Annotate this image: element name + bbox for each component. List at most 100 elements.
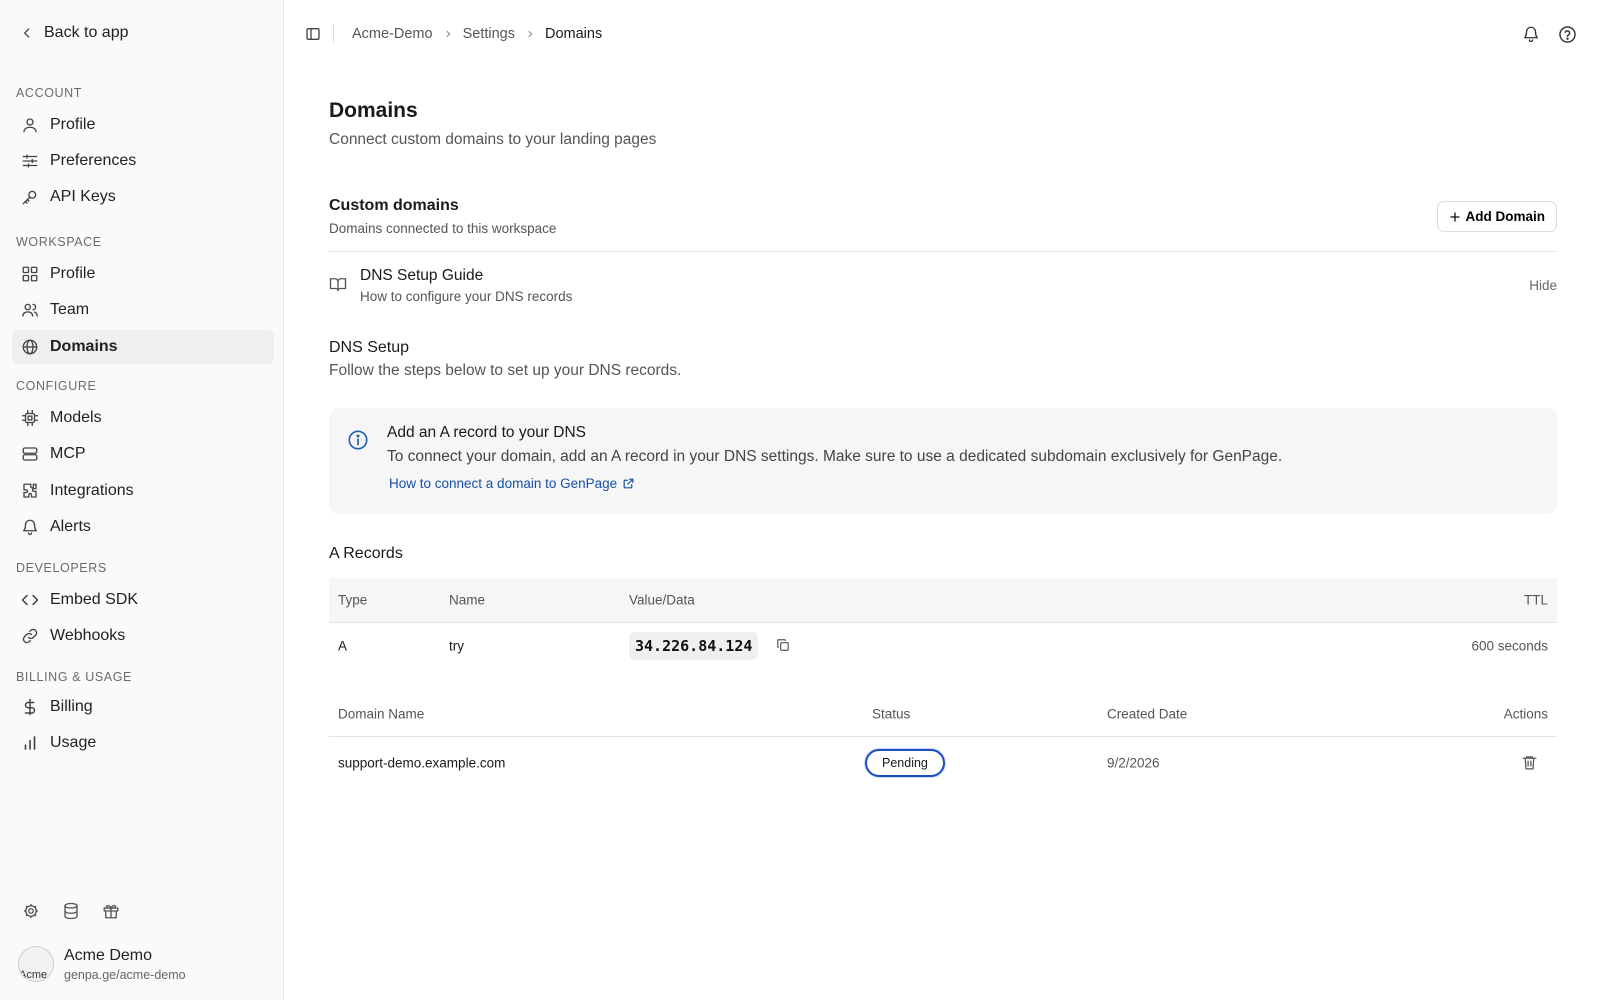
sidebar-item-label: Embed SDK: [50, 591, 139, 608]
sidebar-item-label: Profile: [50, 116, 96, 133]
sidebar-item-label: Alerts: [50, 518, 91, 535]
account-switcher[interactable]: Acme Acme Demo genpa.ge/acme-demo: [18, 946, 186, 982]
avatar: Acme: [18, 946, 54, 982]
sidebar-item-label: MCP: [50, 445, 86, 462]
a-records-title: A Records: [329, 545, 403, 562]
section-label-configure: CONFIGURE: [16, 379, 97, 393]
breadcrumb: Acme-Demo Settings Domains: [352, 26, 602, 42]
info-icon: [347, 429, 369, 451]
sidebar-item-label: Models: [50, 409, 102, 426]
sidebar-item-label: Preferences: [50, 152, 137, 169]
sidebar-item-integrations[interactable]: Integrations: [12, 474, 274, 508]
section-label-developers: DEVELOPERS: [16, 561, 107, 575]
puzzle-icon: [20, 481, 40, 501]
globe-icon: [20, 337, 40, 357]
sidebar-item-preferences[interactable]: Preferences: [12, 144, 274, 178]
account-url: genpa.ge/acme-demo: [64, 967, 186, 982]
connect-domain-help-link[interactable]: How to connect a domain to GenPage: [389, 476, 635, 491]
topbar: Acme-Demo Settings Domains: [285, 0, 1600, 70]
sidebar-toggle-icon[interactable]: [305, 26, 323, 44]
cpu-icon: [20, 408, 40, 428]
sidebar-item-embed-sdk[interactable]: Embed SDK: [12, 583, 274, 617]
section-label-billing-usage: BILLING & USAGE: [16, 670, 132, 684]
sidebar-item-models[interactable]: Models: [12, 401, 274, 435]
a-records-header: Type Name Value/Data TTL: [329, 578, 1557, 622]
custom-domains-title: Custom domains: [329, 197, 459, 214]
sidebar-item-billing[interactable]: Billing: [12, 690, 274, 724]
breadcrumb-acme-demo[interactable]: Acme-Demo: [352, 26, 433, 42]
table-row: support-demo.example.com Pending 9/2/202…: [329, 737, 1557, 789]
breadcrumb-domains: Domains: [544, 26, 603, 42]
sidebar-item-mcp[interactable]: MCP: [12, 437, 274, 471]
copy-icon[interactable]: [776, 638, 792, 654]
back-to-app-link[interactable]: Back to app: [20, 24, 129, 42]
link-icon: [20, 626, 40, 646]
server-icon: [20, 444, 40, 464]
sliders-icon: [20, 151, 40, 171]
sidebar-item-api-keys[interactable]: API Keys: [12, 180, 274, 214]
info-title: Add an A record to your DNS: [387, 424, 587, 441]
chevron-right-icon: [525, 29, 535, 39]
bar-chart-icon: [20, 733, 40, 753]
grid-icon: [20, 264, 40, 284]
domains-table-header: Domain Name Status Created Date Actions: [329, 692, 1557, 736]
sidebar-item-label: Billing: [50, 698, 93, 715]
record-value: 34.226.84.124: [629, 631, 759, 660]
col-name: Name: [449, 592, 486, 608]
record-type: A: [338, 638, 348, 653]
add-domain-label: Add Domain: [1465, 209, 1546, 224]
domain-name: support-demo.example.com: [338, 755, 506, 771]
sidebar-item-label: API Keys: [50, 188, 116, 205]
custom-domains-subtitle: Domains connected to this workspace: [329, 221, 557, 236]
col-type: Type: [338, 592, 368, 608]
guide-title: DNS Setup Guide: [360, 267, 484, 284]
section-label-workspace: WORKSPACE: [16, 235, 102, 249]
created-date: 9/2/2026: [1107, 755, 1160, 771]
sidebar-footer-icons: [22, 902, 122, 922]
sidebar-item-usage[interactable]: Usage: [12, 726, 274, 760]
record-ttl: 600 seconds: [1471, 638, 1548, 653]
hide-guide-button[interactable]: Hide: [1529, 278, 1557, 293]
add-domain-button[interactable]: Add Domain: [1436, 201, 1557, 232]
col-domain-name: Domain Name: [338, 706, 425, 722]
help-link-label: How to connect a domain to GenPage: [389, 476, 618, 491]
notifications-bell-icon[interactable]: [1522, 25, 1542, 45]
chevron-left-icon: [20, 26, 34, 40]
table-row: A try 34.226.84.124 600 seconds: [329, 623, 1557, 668]
dns-setup-subtitle: Follow the steps below to set up your DN…: [329, 362, 682, 379]
back-label: Back to app: [44, 24, 129, 41]
guide-subtitle: How to configure your DNS records: [360, 289, 573, 304]
sidebar-item-account-profile[interactable]: Profile: [12, 108, 274, 142]
gear-icon[interactable]: [22, 902, 42, 922]
chevron-right-icon: [443, 29, 453, 39]
sidebar-item-label: Profile: [50, 265, 96, 282]
page-subtitle: Connect custom domains to your landing p…: [329, 131, 657, 148]
sidebar-item-label: Domains: [50, 338, 118, 355]
divider: [329, 251, 1557, 252]
col-created-date: Created Date: [1107, 706, 1188, 722]
section-label-account: ACCOUNT: [16, 86, 83, 100]
external-link-icon: [622, 477, 635, 490]
dollar-icon: [20, 697, 40, 717]
book-open-icon: [329, 275, 347, 293]
sidebar-item-domains[interactable]: Domains: [12, 330, 274, 364]
user-icon: [20, 115, 40, 135]
sidebar-item-team[interactable]: Team: [12, 293, 274, 327]
plus-icon: [1449, 211, 1461, 223]
sidebar-item-alerts[interactable]: Alerts: [12, 510, 274, 544]
database-icon[interactable]: [62, 902, 82, 922]
sidebar-item-label: Team: [50, 301, 90, 318]
sidebar-item-label: Usage: [50, 734, 97, 751]
avatar-fallback-text: Acme: [19, 969, 48, 981]
gift-icon[interactable]: [102, 902, 122, 922]
status-badge[interactable]: Pending: [865, 749, 945, 777]
col-actions: Actions: [1503, 706, 1548, 722]
breadcrumb-settings[interactable]: Settings: [463, 26, 515, 42]
help-icon[interactable]: [1558, 25, 1578, 45]
sidebar-item-workspace-profile[interactable]: Profile: [12, 257, 274, 291]
code-icon: [20, 590, 40, 610]
sidebar-item-webhooks[interactable]: Webhooks: [12, 619, 274, 653]
col-ttl: TTL: [1523, 592, 1548, 608]
trash-icon[interactable]: [1521, 754, 1539, 772]
dns-setup-title: DNS Setup: [329, 339, 410, 356]
